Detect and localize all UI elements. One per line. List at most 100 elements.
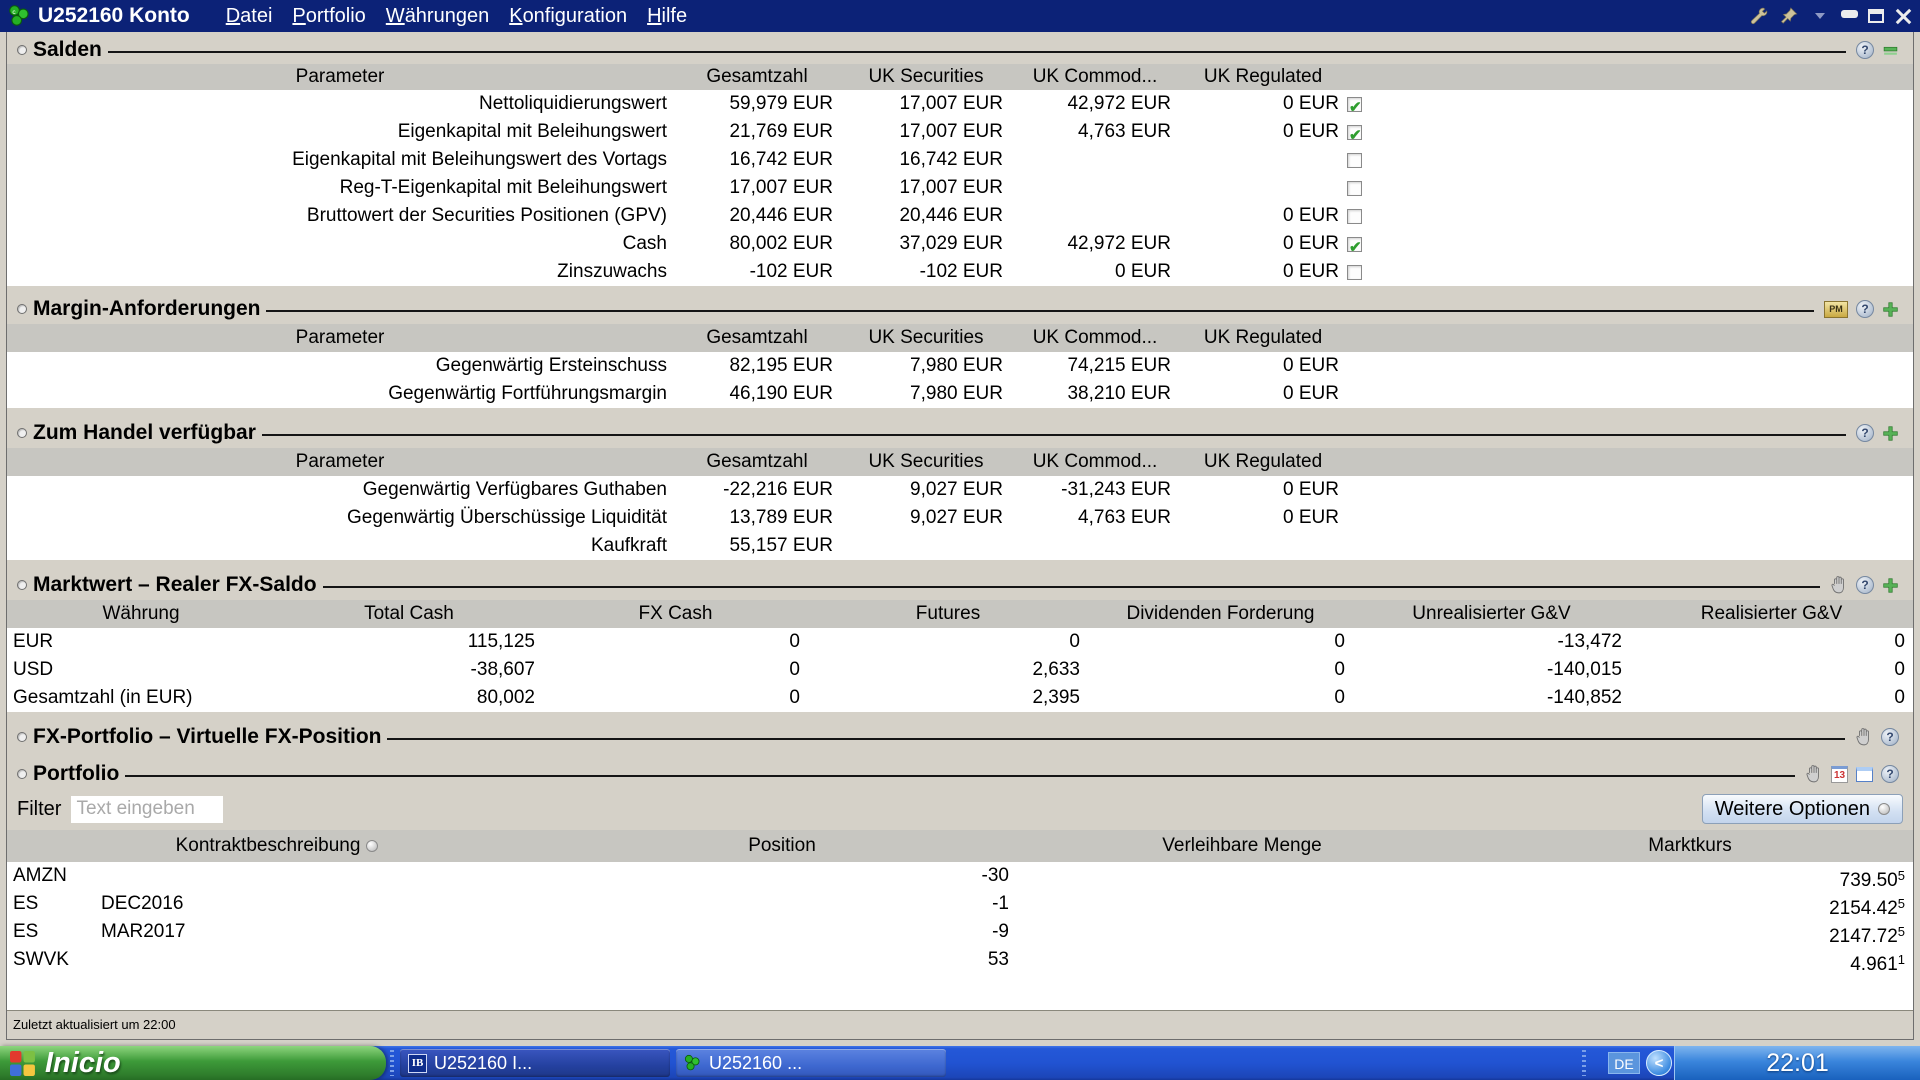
column-header-position[interactable]: Position (547, 830, 1017, 862)
menu-konfiguration[interactable]: Konfiguration (499, 3, 637, 30)
cell-uk-commodities (1011, 146, 1179, 174)
table-row[interactable]: Kaufkraft 55,157 EUR (7, 532, 1913, 560)
column-header-price[interactable]: Marktkurs (1467, 830, 1913, 862)
table-row[interactable]: Nettoliquidierungswert 59,979 EUR 17,007… (7, 90, 1913, 122)
section-title: Portfolio (33, 762, 120, 785)
cell-total: -102 EUR (749, 261, 833, 282)
collapse-toggle-icon[interactable] (17, 580, 27, 590)
row-checkbox[interactable] (1347, 122, 1362, 150)
wrench-icon[interactable] (1749, 6, 1769, 26)
row-checkbox[interactable] (1347, 264, 1362, 280)
table-row[interactable]: USD -38,607 0 2,633 0 -140,015 0 (7, 656, 1913, 684)
collapse-toggle-icon[interactable] (17, 45, 27, 55)
cell-uk-commodities: -31,243 EUR (1061, 479, 1171, 500)
cell-total-cash: 80,002 (476, 687, 535, 708)
section-title: Salden (33, 38, 102, 61)
row-checkbox[interactable] (1347, 94, 1362, 122)
collapse-minus-icon[interactable] (1882, 42, 1899, 59)
pin-icon[interactable] (1779, 6, 1799, 26)
cell-uk-commodities (1011, 532, 1179, 560)
help-icon[interactable] (1881, 728, 1899, 746)
row-label: Bruttowert der Securities Positionen (GP… (306, 205, 667, 226)
table-row[interactable]: SWVK 53 4.9611 (7, 946, 1913, 975)
table-row[interactable]: Gesamtzahl (in EUR) 80,002 0 2,395 0 -14… (7, 684, 1913, 712)
menu-hilfe[interactable]: Hilfe (637, 3, 697, 30)
row-checkbox[interactable] (1347, 234, 1362, 262)
cell-uk-securities: 20,446 EUR (899, 205, 1003, 226)
tray-chevron-icon[interactable]: < (1646, 1050, 1672, 1076)
menu-datei[interactable]: Datei (216, 3, 283, 30)
filter-label: Filter (17, 797, 62, 820)
expand-plus-icon[interactable] (1882, 425, 1899, 442)
chevron-down-icon[interactable] (1815, 13, 1825, 19)
column-header-uk-commodities: UK Commod... (1032, 66, 1158, 87)
status-bar: Zuletzt aktualisiert um 22:00 (7, 1010, 1913, 1038)
column-header-description[interactable]: Kontraktbeschreibung (7, 830, 547, 862)
table-row[interactable]: Gegenwärtig Überschüssige Liquidität 13,… (7, 504, 1913, 532)
column-header-lendable[interactable]: Verleihbare Menge (1017, 830, 1467, 862)
collapse-toggle-icon[interactable] (17, 732, 27, 742)
expand-plus-icon[interactable] (1882, 577, 1899, 594)
language-badge[interactable]: DE (1608, 1052, 1640, 1074)
collapse-toggle-icon[interactable] (17, 769, 27, 779)
table-row[interactable]: ES DEC2016 -1 2154.425 (7, 890, 1913, 919)
row-label: Gegenwärtig Verfügbares Guthaben (362, 479, 667, 500)
cell-total: 17,007 EUR (729, 177, 833, 198)
help-icon[interactable] (1856, 424, 1874, 442)
sort-icon[interactable] (366, 840, 379, 852)
table-row[interactable]: Gegenwärtig Fortführungsmargin 46,190 EU… (7, 380, 1913, 408)
collapse-toggle-icon[interactable] (17, 304, 27, 314)
help-icon[interactable] (1856, 576, 1874, 594)
trypm-icon[interactable]: PM (1824, 300, 1848, 318)
hand-icon[interactable] (1805, 765, 1823, 783)
row-label: Gegenwärtig Ersteinschuss (435, 355, 667, 376)
close-button[interactable] (1894, 8, 1912, 24)
cell-unrealized: -140,852 (1546, 687, 1622, 708)
table-row[interactable]: ES MAR2017 -9 2147.725 (7, 918, 1913, 947)
table-row[interactable]: Reg-T-Eigenkapital mit Beleihungswert 17… (7, 174, 1913, 202)
expand-plus-icon[interactable] (1882, 301, 1899, 318)
row-checkbox[interactable] (1347, 208, 1362, 224)
column-header-uk-securities: UK Securities (868, 327, 984, 348)
symbol: AMZN (13, 865, 67, 886)
taskbar-item-label: U252160 ... (709, 1052, 803, 1073)
minimize-button[interactable] (1841, 10, 1858, 18)
start-button[interactable]: Inicio (0, 1046, 386, 1080)
row-checkbox[interactable] (1347, 152, 1362, 168)
menu-portfolio[interactable]: Portfolio (282, 3, 375, 30)
calendar-icon[interactable]: 13 (1831, 765, 1848, 783)
table-row[interactable]: AMZN -30 739.505 (7, 862, 1913, 891)
table-row[interactable]: Gegenwärtig Ersteinschuss 82,195 EUR 7,9… (7, 352, 1913, 380)
taskbar-item-tws[interactable]: U252160 ... (676, 1049, 946, 1077)
filter-input[interactable] (71, 795, 224, 823)
help-icon[interactable] (1856, 41, 1874, 59)
table-row[interactable]: Gegenwärtig Verfügbares Guthaben -22,216… (7, 476, 1913, 504)
more-options-button[interactable]: Weitere Optionen (1701, 794, 1903, 824)
column-header-parameter: Parameter (295, 451, 385, 472)
salden-table: Nettoliquidierungswert 59,979 EUR 17,007… (7, 90, 1913, 286)
cell-uk-regulated (1179, 532, 1347, 560)
table-row[interactable]: Eigenkapital mit Beleihungswert des Vort… (7, 146, 1913, 174)
table-row[interactable]: Bruttowert der Securities Positionen (GP… (7, 202, 1913, 230)
column-header-uk-regulated: UK Regulated (1203, 66, 1323, 87)
table-row[interactable]: EUR 115,125 0 0 0 -13,472 0 (7, 628, 1913, 656)
cell-unrealized: -13,472 (1557, 631, 1622, 652)
hand-icon[interactable] (1830, 576, 1848, 594)
collapse-toggle-icon[interactable] (17, 428, 27, 438)
help-icon[interactable] (1856, 300, 1874, 318)
table-row[interactable]: Eigenkapital mit Beleihungswert 21,769 E… (7, 118, 1913, 150)
hand-icon[interactable] (1855, 728, 1873, 746)
layout-icon[interactable] (1856, 766, 1873, 782)
row-checkbox[interactable] (1347, 180, 1362, 196)
symbol: ES (13, 893, 39, 914)
maximize-button[interactable] (1868, 9, 1884, 23)
table-row[interactable]: Cash 80,002 EUR 37,029 EUR 42,972 EUR 0 … (7, 230, 1913, 262)
windows-logo-icon (10, 1050, 35, 1076)
help-icon[interactable] (1881, 765, 1899, 783)
taskbar-item-ib[interactable]: IB U252160 I... (400, 1049, 670, 1077)
cell-total-cash: 115,125 (467, 631, 535, 652)
table-row[interactable]: Zinszuwachs -102 EUR -102 EUR 0 EUR 0 EU… (7, 258, 1913, 286)
row-label: Gegenwärtig Überschüssige Liquidität (346, 507, 667, 528)
menu-waehrungen[interactable]: Währungen (376, 3, 499, 30)
cell-total: 55,157 EUR (729, 535, 833, 556)
